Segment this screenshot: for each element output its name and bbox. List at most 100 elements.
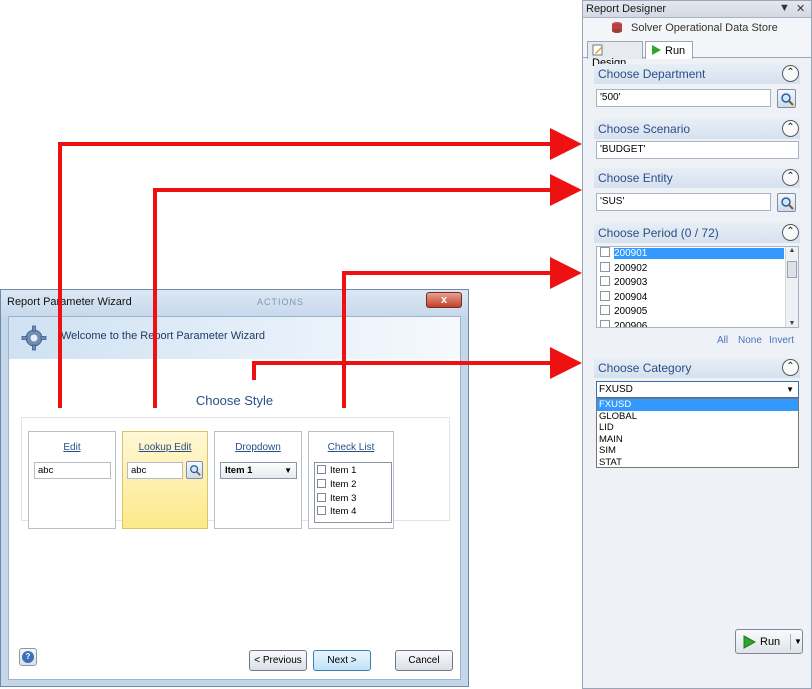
period-checklist[interactable]: 200901 200902 200903 200904 200905 20090… [596, 246, 799, 328]
category-option[interactable]: SIM [597, 445, 798, 457]
department-lookup-button[interactable] [777, 89, 796, 108]
cancel-button[interactable]: Cancel [395, 650, 453, 671]
section-period-title: Choose Period (0 / 72) [598, 226, 719, 240]
period-item[interactable]: 200906 [597, 319, 798, 327]
button-separator [790, 634, 791, 650]
select-all-link[interactable]: All [717, 335, 728, 346]
collapse-entity-button[interactable]: ⌃ [782, 169, 799, 186]
checkbox [317, 492, 326, 502]
section-entity: Choose Entity ⌃ [594, 168, 800, 188]
tab-design[interactable]: Design [587, 41, 643, 69]
choose-style-heading: Choose Style [195, 393, 274, 408]
scroll-up-icon[interactable]: ▲ [786, 247, 798, 254]
checkbox[interactable] [600, 319, 610, 327]
checklist-sample-item: Item 1 [315, 465, 391, 479]
period-item[interactable]: 200901 [597, 247, 798, 262]
select-none-link[interactable]: None [738, 335, 762, 346]
chevron-down-icon[interactable]: ▼ [786, 385, 794, 394]
background-caption: ACTIONS [257, 297, 305, 307]
period-item[interactable]: 200904 [597, 290, 798, 306]
close-icon[interactable]: ✕ [796, 2, 805, 15]
category-dropdown[interactable]: FXUSD ▼ [596, 381, 799, 398]
department-input[interactable]: '500' [596, 89, 771, 107]
help-button[interactable]: ? [19, 648, 37, 666]
checkbox[interactable] [600, 290, 610, 301]
pin-dropdown-icon[interactable]: ▼ [779, 2, 790, 14]
checkbox[interactable] [600, 261, 610, 272]
period-scrollbar[interactable]: ▲ ▼ [785, 247, 798, 327]
wizard-title: Report Parameter Wizard [7, 296, 132, 308]
checklist-sample: Item 1 Item 2 Item 3 Item 4 [314, 462, 392, 523]
category-option[interactable]: GLOBAL [597, 411, 798, 423]
style-card-checklist-title[interactable]: Check List [309, 442, 393, 453]
category-option[interactable]: STAT [597, 457, 798, 469]
database-icon [612, 22, 622, 33]
checkbox[interactable] [600, 247, 610, 257]
run-button[interactable]: Run ▼ [735, 629, 803, 654]
gear-icon [21, 325, 47, 351]
section-department: Choose Department ⌃ [594, 64, 800, 84]
category-options-list[interactable]: FXUSD GLOBAL LID MAIN SIM STAT [596, 398, 799, 468]
section-scenario: Choose Scenario ⌃ [594, 119, 800, 139]
scenario-input[interactable]: 'BUDGET' [596, 141, 799, 159]
collapse-category-button[interactable]: ⌃ [782, 359, 799, 376]
checkbox [317, 506, 326, 516]
category-option[interactable]: MAIN [597, 434, 798, 446]
style-card-dropdown[interactable]: Dropdown Item 1 ▼ [214, 431, 302, 529]
lookup-sample-button [186, 461, 203, 479]
wizard-body: Welcome to the Report Parameter Wizard C… [8, 316, 461, 680]
chevron-down-icon[interactable]: ▼ [794, 637, 802, 646]
search-icon [781, 93, 794, 106]
invert-selection-link[interactable]: Invert [769, 335, 794, 346]
checklist-sample-item: Item 3 [315, 492, 391, 507]
checkbox[interactable] [600, 305, 610, 316]
welcome-text: Welcome to the Report Parameter Wizard [61, 330, 265, 342]
dropdown-sample: Item 1 ▼ [220, 462, 297, 479]
chevron-down-icon: ▼ [284, 466, 292, 475]
style-card-lookup-title[interactable]: Lookup Edit [123, 442, 207, 453]
search-icon [190, 465, 201, 476]
wizard-close-button[interactable]: x [426, 292, 462, 308]
category-option[interactable]: LID [597, 422, 798, 434]
scroll-down-icon[interactable]: ▼ [786, 320, 798, 327]
collapse-department-button[interactable]: ⌃ [782, 65, 799, 82]
section-entity-title: Choose Entity [598, 171, 673, 185]
report-parameter-wizard-window: Report Parameter Wizard ACTIONS x Welcom… [0, 289, 469, 687]
period-item[interactable]: 200903 [597, 276, 798, 291]
section-category: Choose Category ⌃ [594, 358, 800, 378]
tab-run[interactable]: Run [645, 41, 693, 59]
style-card-lookup-edit[interactable]: Lookup Edit abc [122, 431, 208, 529]
checkbox[interactable] [600, 276, 610, 287]
category-option[interactable]: FXUSD [597, 399, 798, 411]
play-icon [652, 45, 661, 55]
play-icon [743, 635, 756, 649]
data-store-label: Solver Operational Data Store [631, 22, 778, 34]
style-card-check-list[interactable]: Check List Item 1 Item 2 Item 3 Item 4 [308, 431, 394, 529]
style-card-edit[interactable]: Edit abc [28, 431, 116, 529]
style-card-dropdown-title[interactable]: Dropdown [215, 442, 301, 453]
period-item[interactable]: 200902 [597, 261, 798, 277]
scroll-thumb[interactable] [787, 261, 797, 278]
designer-tabs: Design Run [583, 38, 811, 69]
designer-titlebar: Report Designer ▼ ✕ [583, 1, 811, 18]
collapse-scenario-button[interactable]: ⌃ [782, 120, 799, 137]
edit-sample-input: abc [34, 462, 111, 479]
pencil-page-icon [592, 44, 603, 56]
style-options-area: Edit abc Lookup Edit abc Dropdown Item 1… [21, 417, 450, 529]
style-card-edit-title[interactable]: Edit [29, 442, 115, 453]
collapse-period-button[interactable]: ⌃ [782, 224, 799, 241]
category-dropdown-value: FXUSD [599, 384, 633, 395]
run-button-label: Run [760, 636, 781, 648]
next-button[interactable]: Next > [313, 650, 371, 671]
data-store-bar: Solver Operational Data Store [583, 18, 811, 38]
checklist-sample-item: Item 4 [315, 506, 391, 520]
entity-input[interactable]: 'SUS' [596, 193, 771, 211]
period-item[interactable]: 200905 [597, 305, 798, 320]
search-icon [781, 197, 794, 210]
previous-button[interactable]: < Previous [249, 650, 307, 671]
entity-lookup-button[interactable] [777, 193, 796, 212]
tab-run-label: Run [665, 45, 686, 57]
welcome-banner: Welcome to the Report Parameter Wizard [9, 317, 460, 359]
report-designer-panel: Report Designer ▼ ✕ Solver Operational D… [582, 0, 812, 689]
checkbox [317, 478, 326, 488]
